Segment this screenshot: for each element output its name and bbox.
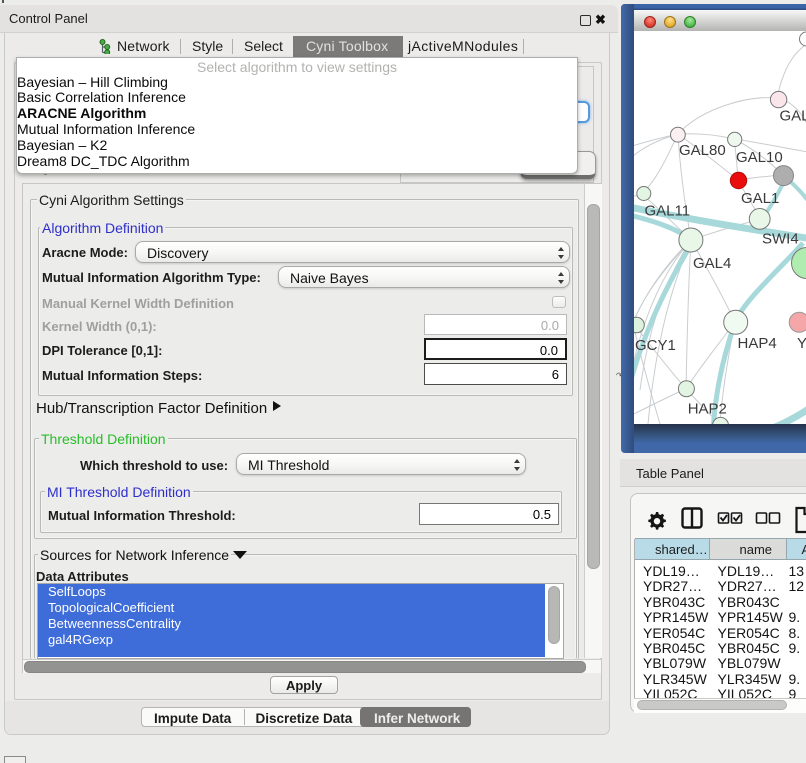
svg-text:GAL80: GAL80 [679,142,726,159]
svg-text:GAL4: GAL4 [693,255,731,272]
svg-text:GAL1: GAL1 [741,190,779,207]
svg-text:GAL7: GAL7 [780,108,806,125]
svg-text:HAP4: HAP4 [738,335,777,352]
svg-text:Y: Y [797,335,806,352]
svg-text:GAL10: GAL10 [736,149,783,166]
svg-text:GAL11: GAL11 [645,203,691,220]
svg-text:SWI4: SWI4 [762,231,799,248]
svg-text:HAP2: HAP2 [688,401,727,418]
svg-text:GCY1: GCY1 [635,337,676,354]
